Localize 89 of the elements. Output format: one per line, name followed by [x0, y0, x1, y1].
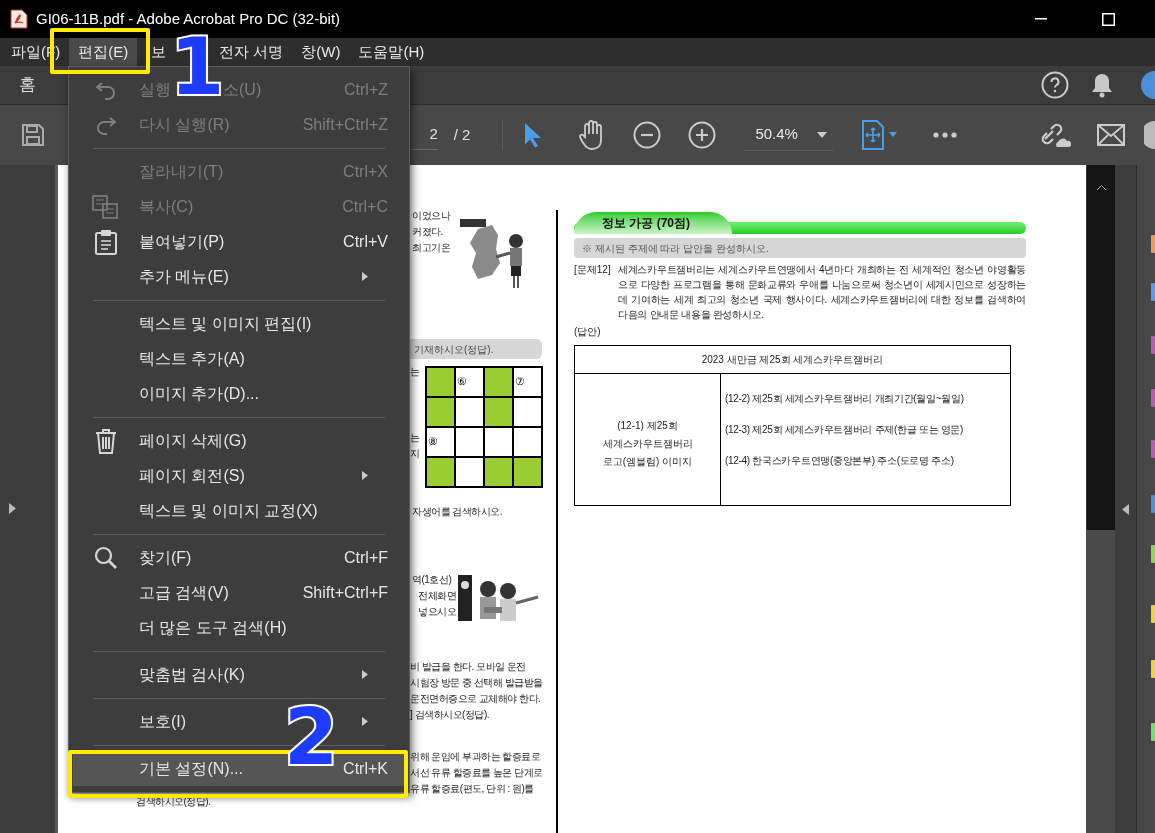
document-text: 자생어를 검색하시오.	[412, 506, 503, 518]
crossword-cell: ⑧	[427, 428, 456, 458]
document-text: 이었으나	[412, 210, 450, 222]
menu-item[interactable]: 텍스트 추가(A)	[139, 346, 245, 371]
window-title: GI06-11B.pdf - Adobe Acrobat Pro DC (32-bit)	[36, 8, 341, 29]
menu-bar-item[interactable]: 보	[151, 38, 169, 66]
document-text: 위해 운임에 부과하는 할증료로	[410, 751, 541, 763]
search-icon	[94, 545, 118, 570]
shortcut-text: Ctrl+Z	[344, 79, 388, 100]
document-text: 시험장 방문 중 선택해 발급받을	[410, 677, 543, 689]
collapse-right-icon[interactable]	[1122, 503, 1129, 515]
menu-item[interactable]: 고급 검색(V)	[139, 580, 229, 605]
more-icon[interactable]	[933, 132, 957, 138]
menu-item-label: 기본 설정(N)...	[139, 758, 243, 779]
document-text: ] 검색하시오(정답).	[410, 709, 489, 721]
answer-label: (답안)	[574, 325, 602, 339]
shortcut-text: Shift+Ctrl+F	[302, 582, 388, 603]
document-text: 전체화면	[418, 590, 456, 602]
maximize-icon[interactable]	[1102, 12, 1115, 26]
document-text: 커졌다.	[412, 226, 443, 238]
zoom-out-icon[interactable]	[633, 121, 662, 149]
shortcut-text: Ctrl+K	[343, 758, 388, 779]
crossword-cell: ⑥	[456, 368, 485, 398]
page-number-field[interactable]: 2	[411, 120, 438, 150]
scroll-up-icon[interactable]	[1096, 185, 1106, 190]
instruction-bar: ※ 제시된 주제에 따라 답안을 완성하시오.	[574, 238, 1026, 258]
menu-item[interactable]: 맞춤법 검사(K)	[139, 662, 245, 687]
menu-item[interactable]: 더 많은 도구 검색(H)	[139, 615, 287, 640]
scrollbar[interactable]	[1086, 165, 1115, 530]
menu-bar-item[interactable]: 편집(E)	[69, 38, 138, 66]
menu-item-label: 소(U)	[223, 79, 262, 100]
expand-left-icon[interactable]	[9, 502, 16, 514]
document-text: 최고기온	[412, 242, 450, 254]
trash-icon	[95, 427, 117, 454]
table-cell-text: 로고(엠블럼) 이미지	[602, 455, 693, 469]
table-cell-text: (12-1) 제25회	[617, 419, 678, 433]
document-text: 서선 유류 할증료를 높은 단계로	[410, 767, 543, 779]
table-cell-text: (12-3) 제25회 세계스카우트잼버리 주제(한글 또는 영문)	[725, 423, 965, 437]
copy-icon	[92, 194, 120, 219]
document-text: 역(1호선)	[412, 574, 452, 586]
shortcut-text: Ctrl+F	[344, 547, 388, 568]
link-cloud-icon[interactable]	[1041, 121, 1071, 149]
document-text: 는	[410, 366, 420, 378]
shortcut-text: Ctrl+X	[343, 161, 388, 182]
table-cell-text: 세계스카우트잼버리	[602, 437, 693, 451]
menu-item[interactable]: 텍스트 및 이미지 교정(X)	[139, 498, 318, 523]
menu-item[interactable]: 이미지 추가(D)...	[139, 381, 259, 406]
section-title: 정보 가공 (70점)	[574, 212, 732, 234]
avatar-icon[interactable]	[1141, 71, 1155, 99]
document-text: 는	[410, 432, 420, 444]
question-number: [문제12]	[574, 263, 612, 277]
bell-icon[interactable]	[1091, 72, 1113, 98]
clipboard-icon	[94, 228, 118, 255]
shortcut-text: Ctrl+V	[343, 231, 388, 252]
question-text: 세계스카우트잼버리는 세계스카우트연맹에서 4년마다 개최하는 전 세계적인 청소년 야영활동으로 다양한 프로그램을 통해 문화교류와 우애를 나눔으로써 청소년이 세계시민으로 성장하는 데 기여하는 세계 최고의 청소년 국제 행사이다. 세계스카우트잼버리에 대한 정보를 검색하여 다음의 안내문 내용을 완성하시오.	[618, 263, 1026, 322]
document-text: 유류 할증료(편도, 단위 : 원)를	[410, 783, 534, 795]
menu-bar-item[interactable]: 도움말(H)	[349, 38, 434, 66]
table-cell-text: (12-2) 제25회 세계스카우트잼버리 개최기간(월일~월일)	[725, 392, 965, 406]
table-cell-text: (12-4) 한국스카우트연맹(중앙본부) 주소(도로명 주소)	[725, 454, 955, 468]
shortcut-text: Ctrl+C	[342, 196, 388, 217]
menu-item[interactable]: 추가 메뉴(E)	[139, 264, 229, 289]
help-icon[interactable]	[1041, 71, 1069, 99]
minimize-icon[interactable]	[1035, 18, 1047, 20]
document-text: 지	[410, 448, 420, 460]
caret-icon	[817, 131, 827, 138]
home-tab[interactable]: 홈	[19, 72, 36, 98]
crossword-cell: ⑦	[514, 368, 543, 398]
document-text: 운전면허증으로 교체해야 한다.	[410, 693, 541, 705]
instruction-bar: 기재하시오(정답).	[410, 339, 542, 359]
document-text: 넣으시오	[418, 606, 456, 618]
menu-item[interactable]: 페이지 삭제(G)	[139, 428, 247, 453]
shortcut-text: Shift+Ctrl+Z	[302, 114, 388, 135]
zoom-in-icon[interactable]	[688, 121, 717, 149]
document-text: 검색하시오(정답).	[136, 796, 211, 808]
menu-bar-item[interactable]: 창(W)	[292, 38, 350, 66]
zoom-dropdown[interactable]: 50.4%	[744, 119, 833, 151]
document-text: 비 발급을 한다. 모바일 운전	[410, 661, 526, 673]
pdf-file-icon	[10, 9, 28, 29]
mail-icon[interactable]	[1097, 124, 1125, 146]
table-header-cell: 2023 새만금 제25회 세계스카우트잼버리	[575, 346, 1010, 374]
menu-item[interactable]: 텍스트 및 이미지 편집(I)	[139, 311, 312, 336]
fit-page-icon[interactable]	[861, 120, 899, 150]
save-icon[interactable]	[21, 123, 45, 147]
menu-item[interactable]: 페이지 회전(S)	[139, 463, 245, 488]
menu-item[interactable]: 붙여넣기(P)	[139, 229, 225, 254]
page-total: / 2	[453, 124, 471, 145]
profile-icon[interactable]	[1144, 121, 1155, 149]
menu-item[interactable]: 보호(I)	[139, 709, 187, 734]
menu-item[interactable]: 찾기(F)	[139, 545, 192, 570]
